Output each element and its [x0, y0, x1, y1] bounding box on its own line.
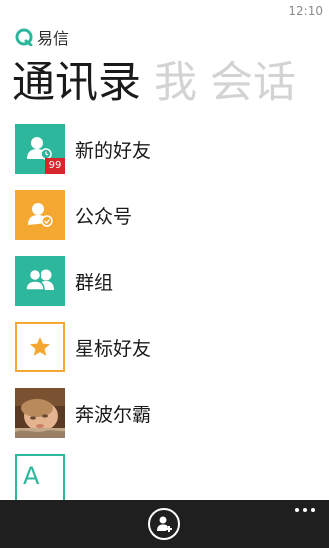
group-tile — [15, 256, 65, 306]
add-contact-button[interactable] — [148, 508, 180, 540]
list-item-label: 群组 — [75, 271, 114, 294]
pivot-tab-me[interactable]: 我 — [154, 58, 197, 108]
list-item-groups[interactable]: 群组 — [15, 256, 315, 306]
index-letter: A — [23, 462, 40, 490]
list-item-label: 新的好友 — [75, 139, 152, 162]
list-item-label: 公众号 — [75, 205, 133, 228]
app-bar — [0, 500, 329, 548]
app-name: 易信 — [37, 29, 70, 48]
public-account-icon — [28, 203, 53, 227]
list-item-contact[interactable]: 奔波尔霸 — [15, 388, 315, 438]
pivot-tab-conversations[interactable]: 会话 — [210, 58, 296, 108]
contact-avatar — [15, 388, 65, 438]
list-item-label: 奔波尔霸 — [75, 403, 152, 426]
more-button[interactable] — [295, 504, 315, 516]
status-bar-time: 12:10 — [288, 4, 323, 18]
list-item-label: 星标好友 — [75, 337, 152, 360]
star-tile — [15, 322, 65, 372]
new-friend-tile: 99 — [15, 124, 65, 174]
yixin-logo-icon — [15, 28, 33, 46]
pivot-tab-contacts[interactable]: 通讯录 — [12, 58, 141, 108]
index-letter-group[interactable]: A — [15, 454, 315, 504]
list-item-public-accounts[interactable]: 公众号 — [15, 190, 315, 240]
more-icon — [295, 508, 299, 512]
more-icon — [303, 508, 307, 512]
add-contact-icon — [157, 516, 172, 532]
app-header: 易信 — [15, 27, 70, 48]
pivot-header: 通讯录我会话 — [12, 58, 309, 108]
more-icon — [311, 508, 315, 512]
list-item-new-friends[interactable]: 99 新的好友 — [15, 124, 315, 174]
public-account-tile — [15, 190, 65, 240]
list-item-starred-friends[interactable]: 星标好友 — [15, 322, 315, 372]
index-letter-tile[interactable]: A — [15, 454, 65, 504]
group-icon — [25, 268, 54, 291]
unread-badge: 99 — [45, 158, 65, 174]
star-icon — [30, 337, 50, 356]
